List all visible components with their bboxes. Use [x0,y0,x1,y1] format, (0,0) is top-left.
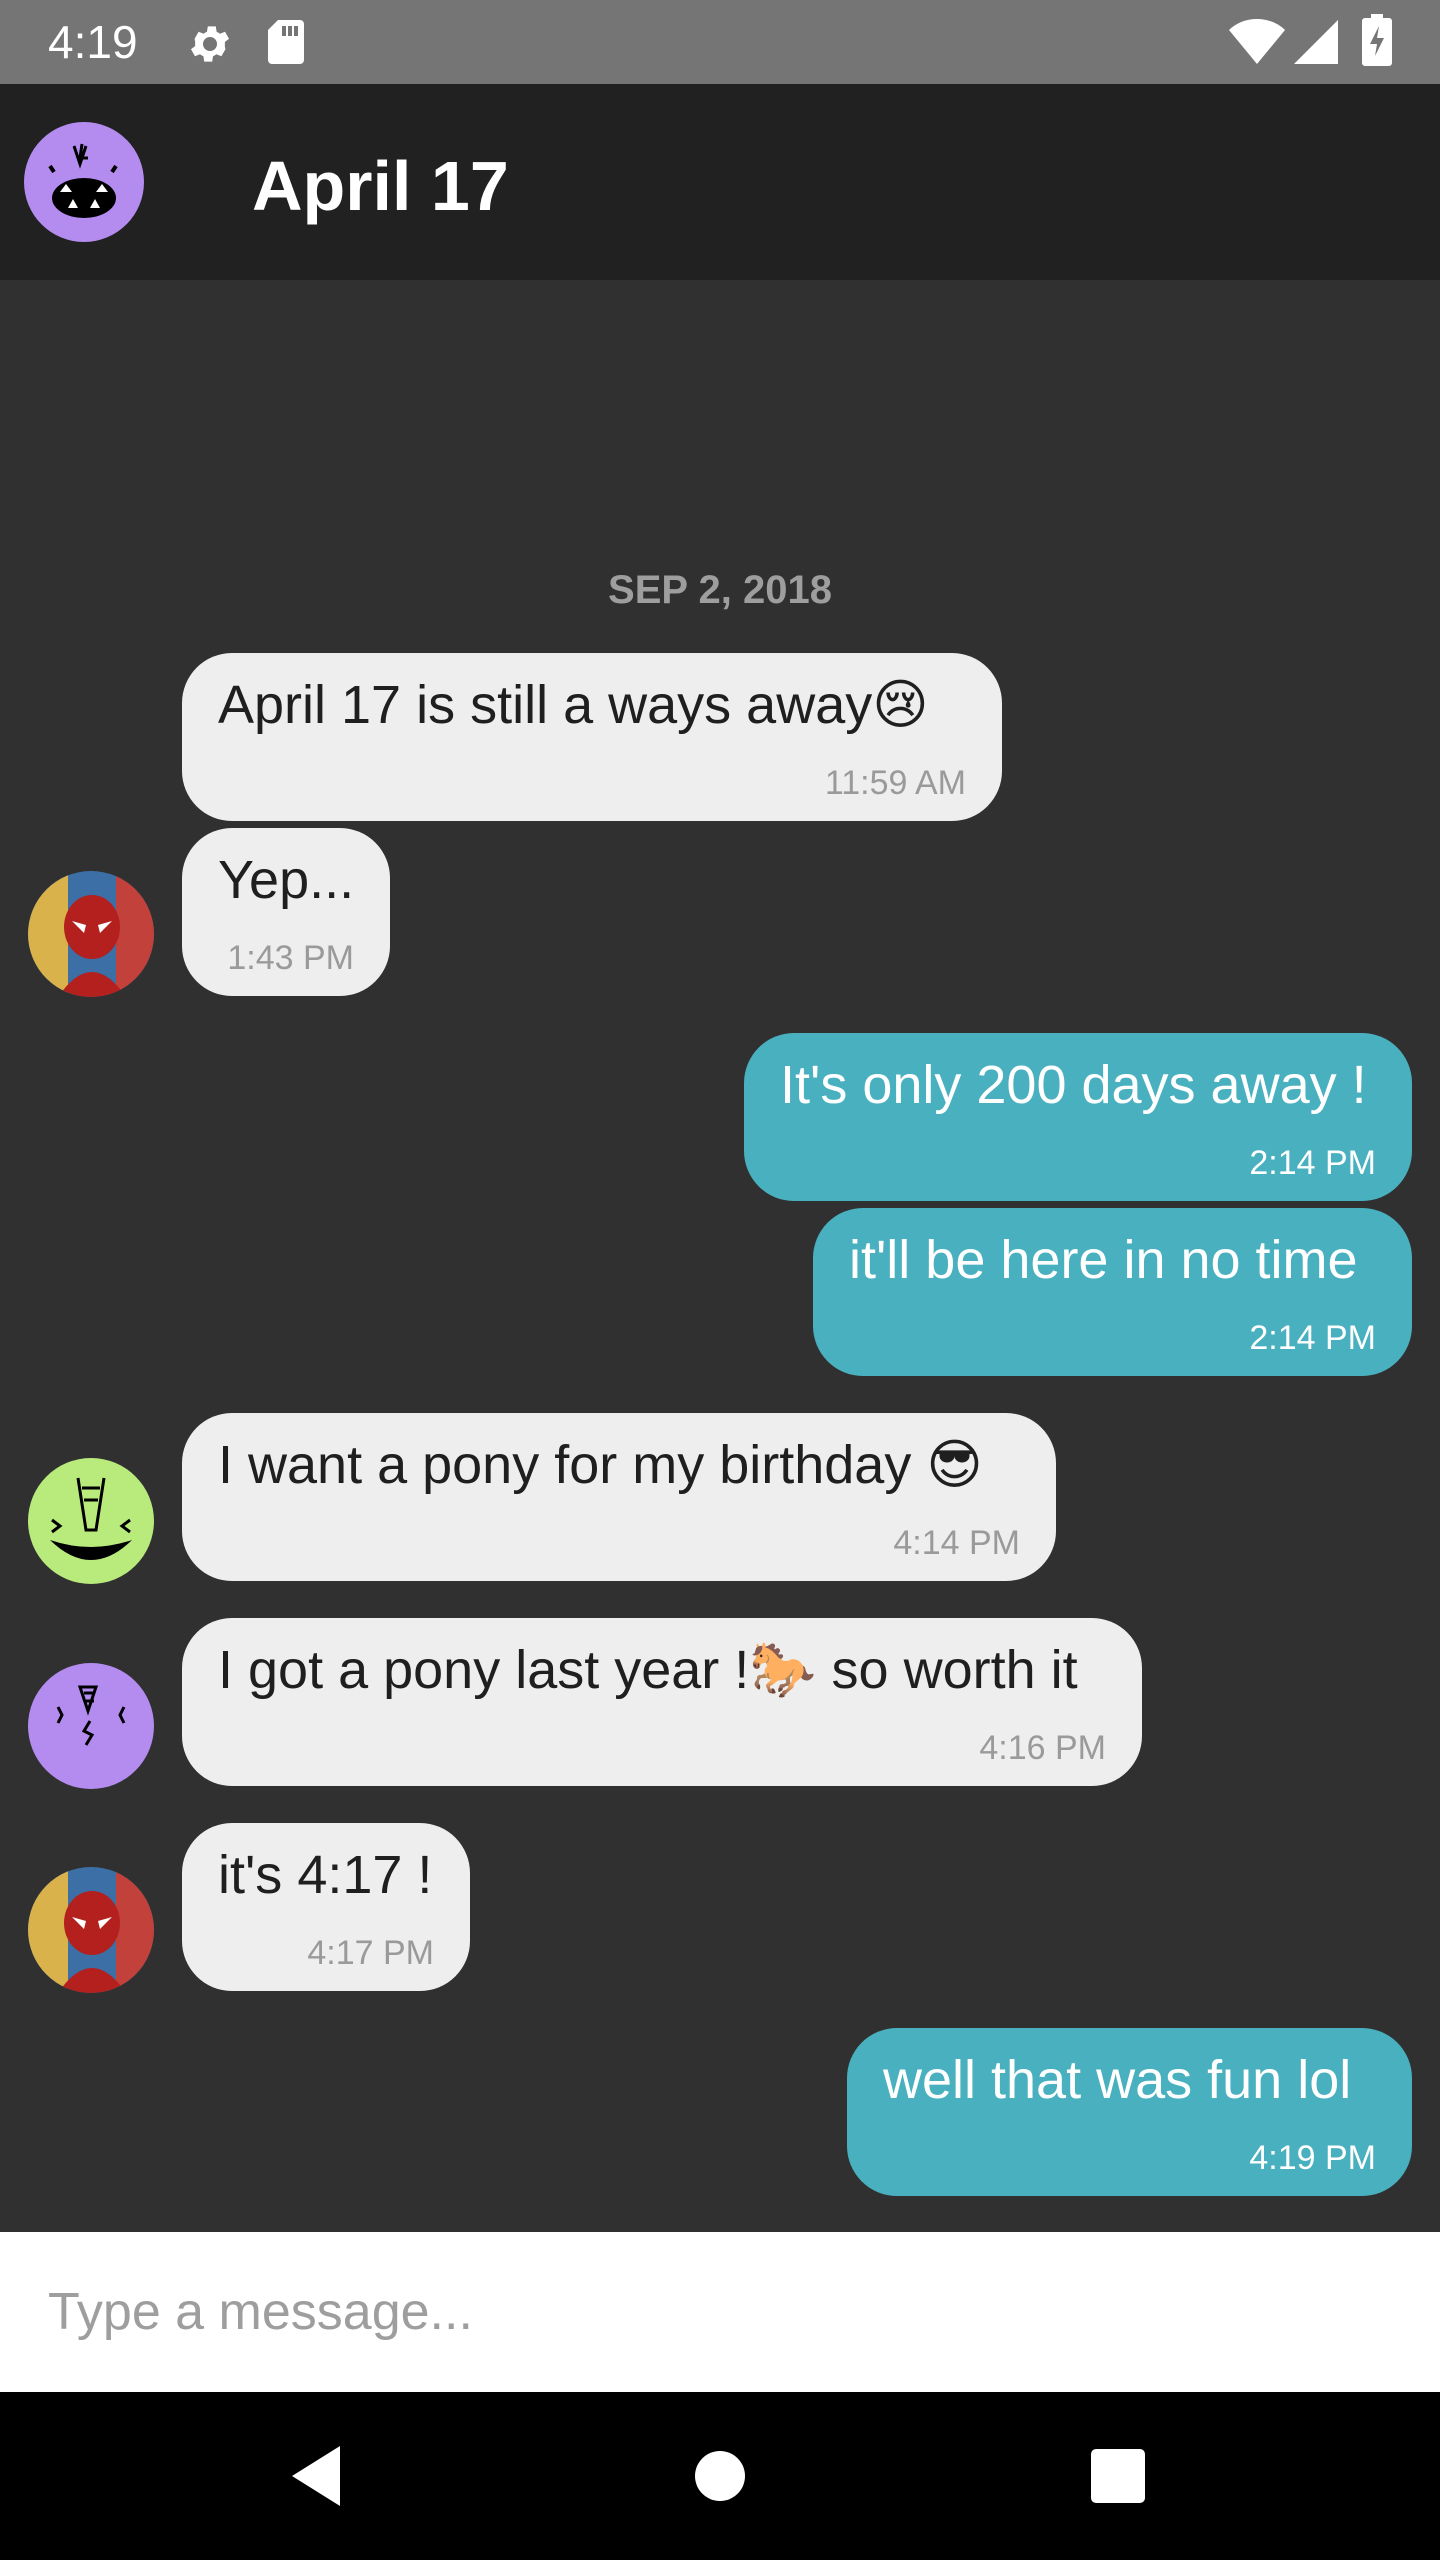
message-list[interactable]: SEP 2, 2018 April 17 is still a ways awa… [0,280,1440,2232]
incoming-message-bubble[interactable]: I got a pony last year !🐎 so worth it 4:… [182,1618,1142,1786]
outgoing-message-bubble[interactable]: well that was fun lol 4:19 PM [847,2028,1412,2196]
message-text: well that was fun lol [883,2050,1352,2110]
back-icon[interactable] [278,2436,358,2516]
message-time: 4:16 PM [979,1729,1106,1767]
spiderman-avatar[interactable] [28,1867,154,1993]
message-text: it's 4:17 ! [218,1845,433,1905]
gear-icon [191,26,229,62]
date-divider: SEP 2, 2018 [608,568,832,612]
incoming-message-bubble[interactable]: Yep... 1:43 PM [182,828,390,996]
message-time: 2:14 PM [1249,1319,1376,1357]
incoming-message-bubble[interactable]: I want a pony for my birthday 😎 4:14 PM [182,1413,1056,1581]
status-bar: 4:19 [0,0,1440,84]
signal-icon [1294,20,1338,64]
incoming-message-bubble[interactable]: it's 4:17 ! 4:17 PM [182,1823,470,1991]
recents-icon[interactable] [1078,2436,1158,2516]
incoming-message-bubble[interactable]: April 17 is still a ways away😢 11:59 AM [182,653,1002,821]
wifi-icon [1229,19,1285,64]
conversation-title: April 17 [252,147,509,225]
message-time: 11:59 AM [824,764,966,802]
spiderman-avatar[interactable] [28,871,154,997]
green-monster-avatar[interactable] [28,1458,154,1584]
message-time: 4:17 PM [307,1934,434,1972]
message-text: April 17 is still a ways away😢 [218,675,929,735]
message-composer [0,2232,1440,2392]
app-bar: April 17 [0,84,1440,280]
monster-face-avatar[interactable] [24,122,144,242]
message-time: 2:14 PM [1249,1144,1376,1182]
outgoing-message-bubble[interactable]: it'll be here in no time 2:14 PM [813,1208,1412,1376]
battery-charging-icon [1362,14,1392,66]
sd-card-icon [268,20,304,64]
message-text: Yep... [218,850,355,910]
outgoing-message-bubble[interactable]: It's only 200 days away ! 2:14 PM [744,1033,1412,1201]
home-icon[interactable] [680,2436,760,2516]
message-time: 1:43 PM [227,939,354,977]
message-input[interactable] [48,2272,1388,2352]
navigation-bar [0,2392,1440,2560]
status-time: 4:19 [48,16,138,68]
message-time: 4:14 PM [893,1524,1020,1562]
message-time: 4:19 PM [1249,2139,1376,2177]
message-text: I got a pony last year !🐎 so worth it [218,1640,1078,1700]
message-text: I want a pony for my birthday 😎 [218,1435,983,1495]
message-text: it'll be here in no time [849,1230,1358,1290]
purple-monster-avatar[interactable] [28,1663,154,1789]
message-text: It's only 200 days away ! [780,1055,1367,1115]
